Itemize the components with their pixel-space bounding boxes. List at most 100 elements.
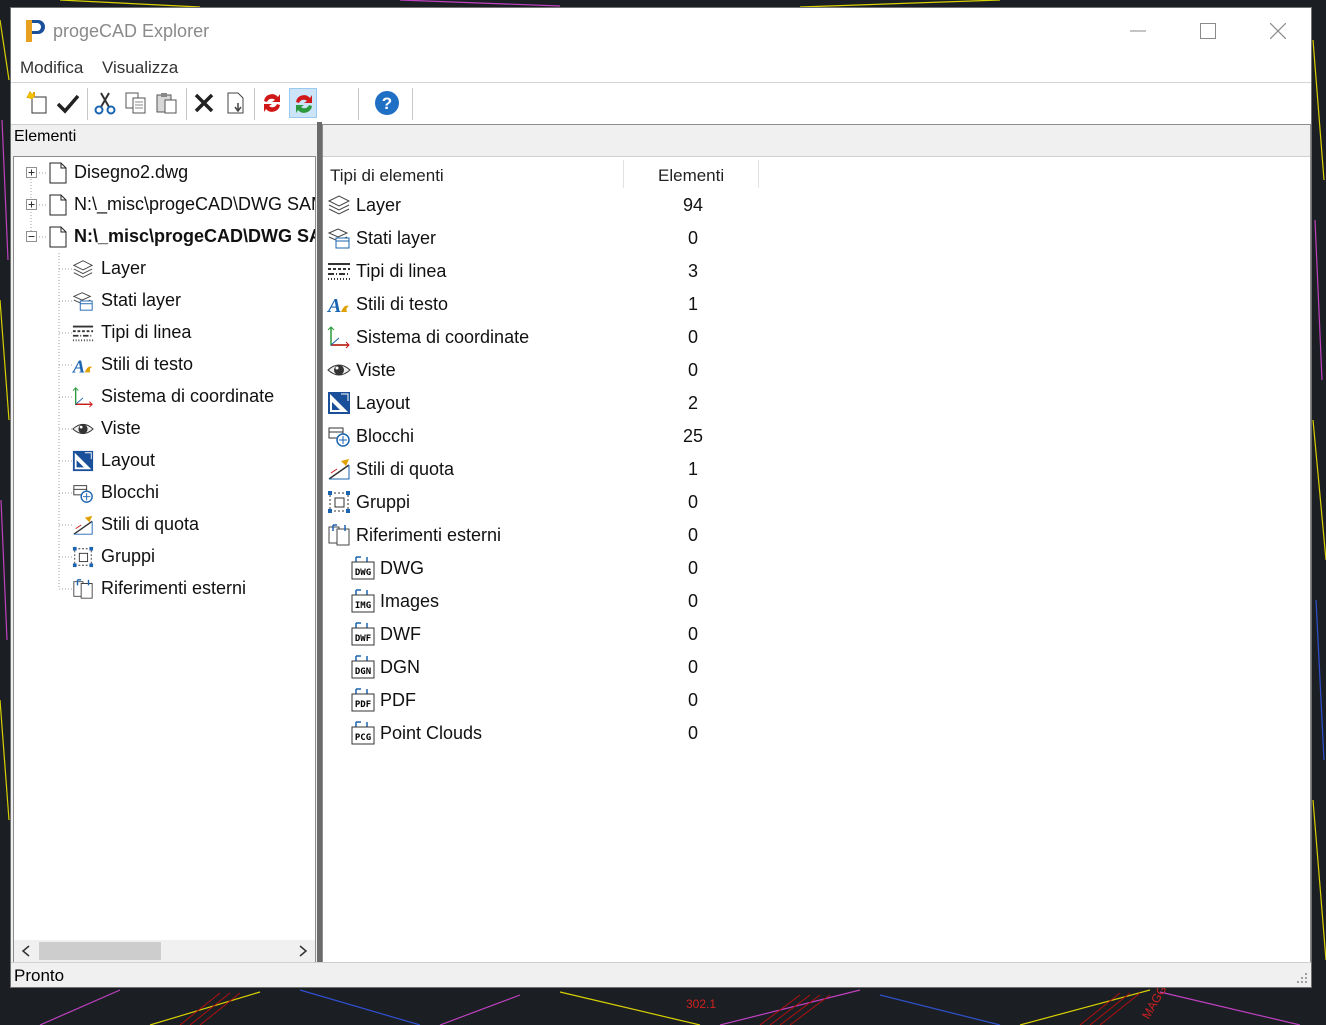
toolbar-separator — [412, 88, 413, 120]
list-header: Tipi di elementi Elementi — [323, 160, 1310, 188]
new-button[interactable] — [24, 88, 52, 118]
cut-icon — [94, 92, 116, 115]
group-icon — [72, 546, 94, 568]
list-row[interactable]: Layout 2 — [323, 387, 1310, 420]
list-row[interactable]: PDF PDF 0 — [323, 684, 1310, 717]
tree-node-item[interactable]: Tipi di linea — [14, 318, 315, 348]
column-header-type[interactable]: Tipi di elementi — [330, 166, 444, 186]
tree-node-item[interactable]: Stati layer — [14, 286, 315, 316]
tree-node-label: Layout — [101, 450, 156, 470]
maximize-button[interactable] — [1173, 8, 1243, 54]
element-type-label: Stati layer — [356, 228, 437, 248]
sync-button[interactable] — [289, 88, 317, 118]
ucs-icon — [327, 325, 351, 349]
layer-icon — [72, 258, 94, 280]
menu-visualizza[interactable]: Visualizza — [102, 58, 178, 78]
apply-button[interactable] — [54, 88, 82, 118]
element-type-label: Stili di testo — [356, 294, 449, 314]
list-row[interactable]: DWG DWG 0 — [323, 552, 1310, 585]
list-row[interactable]: Viste 0 — [323, 354, 1310, 387]
list-row[interactable]: DWF DWF 0 — [323, 618, 1310, 651]
maximize-icon — [1200, 23, 1216, 39]
refresh-button[interactable] — [258, 88, 286, 118]
tree-node-label: Blocchi — [101, 482, 160, 502]
list-row[interactable]: Riferimenti esterni 0 — [323, 519, 1310, 552]
tree-node-item[interactable]: Layer — [14, 254, 315, 284]
tree-node-label: Stati layer — [101, 290, 182, 310]
list-row[interactable]: Layer 94 — [323, 189, 1310, 222]
tree-node-label: Tipi di linea — [101, 322, 192, 342]
purge-button[interactable] — [222, 88, 250, 118]
list-row[interactable]: Stati layer 0 — [323, 222, 1310, 255]
scroll-left-icon[interactable] — [17, 942, 37, 960]
tree-node-document-selected[interactable]: N:\_misc\progeCAD\DWG SAMPLES — [14, 222, 315, 252]
bg-label-elevation: 302.1 — [686, 997, 717, 1011]
tree-node-label: Viste — [101, 418, 141, 438]
tree-node-item[interactable]: Stili di quota — [14, 510, 315, 540]
element-type-label: Blocchi — [356, 426, 415, 446]
list-row[interactable]: Tipi di linea 3 — [323, 255, 1310, 288]
cut-button[interactable] — [91, 88, 119, 118]
element-count: 0 — [687, 360, 698, 380]
tree-node-item[interactable]: Sistema di coordinate — [14, 382, 315, 412]
element-count: 3 — [687, 261, 698, 281]
column-divider[interactable] — [623, 160, 624, 188]
delete-icon — [194, 93, 214, 113]
list-row[interactable]: Sistema di coordinate 0 — [323, 321, 1310, 354]
list-row[interactable]: Stili di quota 1 — [323, 453, 1310, 486]
eye-icon — [327, 358, 351, 382]
tree-node-item[interactable]: Layout — [14, 446, 315, 476]
element-count: 0 — [687, 591, 698, 611]
element-type-label: Gruppi — [356, 492, 411, 512]
dwf-file-icon: DWF — [351, 622, 375, 646]
list-row[interactable]: A Stili di testo 1 — [323, 288, 1310, 321]
list-row[interactable]: Gruppi 0 — [323, 486, 1310, 519]
collapse-icon[interactable] — [26, 231, 37, 242]
element-count: 25 — [682, 426, 704, 446]
tree-node-item[interactable]: A Stili di testo — [14, 350, 315, 380]
tree-node-item[interactable]: Gruppi — [14, 542, 315, 572]
tree-node-item[interactable]: Riferimenti esterni — [14, 574, 315, 604]
tree-node-item[interactable]: Blocchi — [14, 478, 315, 508]
menu-modifica[interactable]: Modifica — [20, 58, 83, 78]
tree-node-item[interactable]: Viste — [14, 414, 315, 444]
svg-text:DWF: DWF — [355, 634, 371, 644]
scroll-right-icon[interactable] — [293, 942, 313, 960]
tree-node-label: Sistema di coordinate — [101, 386, 275, 406]
element-type-label: Stili di quota — [356, 459, 455, 479]
scrollbar-thumb[interactable] — [39, 942, 161, 960]
toolbar: ? — [11, 83, 1311, 125]
tree-node-document[interactable]: N:\_misc\progeCAD\DWG SAMPLES — [14, 190, 315, 220]
layout-icon — [72, 450, 94, 472]
copy-icon — [125, 92, 146, 114]
new-icon — [26, 91, 47, 114]
check-icon — [56, 94, 80, 114]
paste-button[interactable] — [153, 88, 181, 118]
column-header-count[interactable]: Elementi — [658, 166, 724, 186]
resize-grip-icon[interactable] — [1296, 972, 1308, 984]
list-row[interactable]: DGN DGN 0 — [323, 651, 1310, 684]
help-button[interactable]: ? — [373, 88, 401, 118]
minimize-button[interactable] — [1103, 8, 1173, 54]
column-divider[interactable] — [758, 160, 759, 188]
expand-icon[interactable] — [26, 167, 37, 178]
element-list[interactable]: Tipi di elementi Elementi Layer 94 Stati l… — [322, 124, 1311, 964]
close-button[interactable] — [1243, 8, 1313, 54]
toolbar-separator — [254, 88, 255, 120]
list-row[interactable]: IMG Images 0 — [323, 585, 1310, 618]
layer-states-icon — [72, 290, 94, 312]
tree-view[interactable]: Disegno2.dwg N:\_misc\progeCAD\DWG SAMPL… — [13, 156, 316, 963]
tree-node-document[interactable]: Disegno2.dwg — [14, 158, 315, 188]
list-row[interactable]: PCG Point Clouds 0 — [323, 717, 1310, 750]
element-type-label: DWF — [380, 624, 421, 644]
horizontal-scrollbar[interactable] — [14, 940, 315, 962]
paste-icon — [156, 93, 177, 114]
image-file-icon: IMG — [351, 589, 375, 613]
group-icon — [327, 490, 351, 514]
text-style-icon: A — [72, 354, 94, 376]
copy-button[interactable] — [122, 88, 150, 118]
svg-text:PDF: PDF — [355, 700, 371, 710]
expand-icon[interactable] — [26, 199, 37, 210]
delete-button[interactable] — [190, 88, 218, 118]
list-row[interactable]: Blocchi 25 — [323, 420, 1310, 453]
